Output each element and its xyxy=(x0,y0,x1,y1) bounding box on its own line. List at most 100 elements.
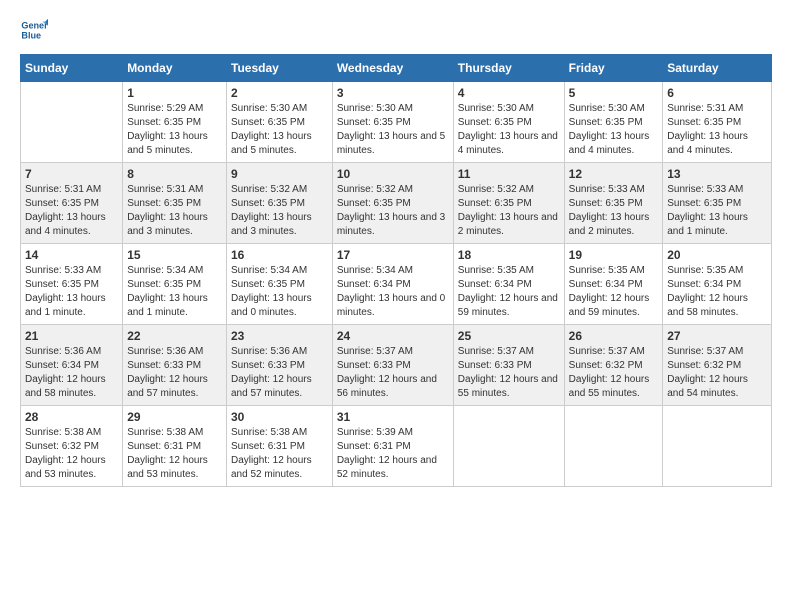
day-number: 25 xyxy=(458,329,560,343)
calendar-day-cell: 7Sunrise: 5:31 AM Sunset: 6:35 PM Daylig… xyxy=(21,163,123,244)
day-info: Sunrise: 5:37 AM Sunset: 6:32 PM Dayligh… xyxy=(667,345,767,401)
calendar-header-day: Saturday xyxy=(663,55,772,82)
calendar-day-cell: 25 Sunrise: 5:37 AM Sunset: 6:33 PM Dayli… xyxy=(453,325,564,406)
day-number: 1 xyxy=(127,86,222,100)
calendar-day-cell: 13 Sunrise: 5:33 AM Sunset: 6:35 PM Dayli… xyxy=(663,163,772,244)
day-info: Sunrise: 5:32 AM Sunset: 6:35 PM Dayligh… xyxy=(458,183,560,239)
day-info: Sunrise: 5:35 AM Sunset: 6:34 PM Dayligh… xyxy=(569,264,659,320)
calendar-header-day: Wednesday xyxy=(332,55,453,82)
day-info: Sunrise: 5:31 AM Sunset: 6:35 PM Dayligh… xyxy=(667,102,767,158)
calendar-week-row: 21 Sunrise: 5:36 AM Sunset: 6:34 PM Dayli… xyxy=(21,325,772,406)
calendar-table: SundayMondayTuesdayWednesdayThursdayFrid… xyxy=(20,54,772,487)
calendar-header-day: Friday xyxy=(564,55,663,82)
calendar-header-day: Thursday xyxy=(453,55,564,82)
day-number: 5 xyxy=(569,86,659,100)
day-number: 30 xyxy=(231,410,328,424)
day-number: 27 xyxy=(667,329,767,343)
day-number: 7 xyxy=(25,167,118,181)
day-info: Sunrise: 5:30 AM Sunset: 6:35 PM Dayligh… xyxy=(231,102,328,158)
calendar-day-cell: 30 Sunrise: 5:38 AM Sunset: 6:31 PM Dayli… xyxy=(227,406,333,487)
day-info: Sunrise: 5:33 AM Sunset: 6:35 PM Dayligh… xyxy=(569,183,659,239)
day-number: 10 xyxy=(337,167,449,181)
calendar-day-cell: 14Sunrise: 5:33 AM Sunset: 6:35 PM Dayli… xyxy=(21,244,123,325)
day-info: Sunrise: 5:30 AM Sunset: 6:35 PM Dayligh… xyxy=(337,102,449,158)
calendar-week-row: 14Sunrise: 5:33 AM Sunset: 6:35 PM Dayli… xyxy=(21,244,772,325)
day-info: Sunrise: 5:39 AM Sunset: 6:31 PM Dayligh… xyxy=(337,426,449,482)
day-number: 18 xyxy=(458,248,560,262)
calendar-day-cell: 2 Sunrise: 5:30 AM Sunset: 6:35 PM Daylig… xyxy=(227,82,333,163)
calendar-week-row: 7 Sunrise: 5:31 AM Sunset: 6:35 PM Daylig… xyxy=(21,163,772,244)
day-number: 12 xyxy=(569,167,659,181)
day-info: Sunrise: 5:35 AM Sunset: 6:34 PM Dayligh… xyxy=(458,264,560,320)
calendar-day-cell: 12 Sunrise: 5:33 AM Sunset: 6:35 PM Dayli… xyxy=(564,163,663,244)
calendar-day-cell: 20 Sunrise: 5:35 AM Sunset: 6:34 PM Dayli… xyxy=(663,244,772,325)
day-info: Sunrise: 5:34 AM Sunset: 6:35 PM Dayligh… xyxy=(127,264,222,320)
calendar-day-cell: 8 Sunrise: 5:31 AM Sunset: 6:35 PM Daylig… xyxy=(123,163,227,244)
calendar-day-cell: 21 Sunrise: 5:36 AM Sunset: 6:34 PM Dayli… xyxy=(21,325,123,406)
calendar-day-cell: 27 Sunrise: 5:37 AM Sunset: 6:32 PM Dayli… xyxy=(663,325,772,406)
day-number: 16 xyxy=(231,248,328,262)
calendar-header-day: Tuesday xyxy=(227,55,333,82)
day-number: 19 xyxy=(569,248,659,262)
day-number: 28 xyxy=(25,410,118,424)
day-number: 29 xyxy=(127,410,222,424)
calendar-day-cell xyxy=(564,406,663,487)
day-number: 13 xyxy=(667,167,767,181)
day-number: 9 xyxy=(231,167,328,181)
day-info: Sunrise: 5:35 AM Sunset: 6:34 PM Dayligh… xyxy=(667,264,767,320)
calendar-day-cell: 3Sunrise: 5:30 AM Sunset: 6:35 PM Daylig… xyxy=(332,82,453,163)
day-info: Sunrise: 5:31 AM Sunset: 6:35 PM Dayligh… xyxy=(127,183,222,239)
calendar-day-cell: 28 Sunrise: 5:38 AM Sunset: 6:32 PM Dayli… xyxy=(21,406,123,487)
day-info: Sunrise: 5:30 AM Sunset: 6:35 PM Dayligh… xyxy=(569,102,659,158)
day-info: Sunrise: 5:37 AM Sunset: 6:32 PM Dayligh… xyxy=(569,345,659,401)
day-info: Sunrise: 5:30 AM Sunset: 6:35 PM Dayligh… xyxy=(458,102,560,158)
page-header: General Blue xyxy=(20,16,772,44)
calendar-day-cell: 24Sunrise: 5:37 AM Sunset: 6:33 PM Dayli… xyxy=(332,325,453,406)
day-number: 21 xyxy=(25,329,118,343)
calendar-day-cell: 11 Sunrise: 5:32 AM Sunset: 6:35 PM Dayli… xyxy=(453,163,564,244)
day-number: 22 xyxy=(127,329,222,343)
day-number: 14 xyxy=(25,248,118,262)
calendar-day-cell xyxy=(663,406,772,487)
calendar-header-day: Sunday xyxy=(21,55,123,82)
calendar-day-cell: 22 Sunrise: 5:36 AM Sunset: 6:33 PM Dayli… xyxy=(123,325,227,406)
logo-icon: General Blue xyxy=(20,16,48,44)
calendar-day-cell: 26Sunrise: 5:37 AM Sunset: 6:32 PM Dayli… xyxy=(564,325,663,406)
day-info: Sunrise: 5:37 AM Sunset: 6:33 PM Dayligh… xyxy=(458,345,560,401)
day-number: 17 xyxy=(337,248,449,262)
day-info: Sunrise: 5:36 AM Sunset: 6:34 PM Dayligh… xyxy=(25,345,118,401)
day-info: Sunrise: 5:38 AM Sunset: 6:31 PM Dayligh… xyxy=(127,426,222,482)
day-number: 4 xyxy=(458,86,560,100)
day-number: 24 xyxy=(337,329,449,343)
day-number: 8 xyxy=(127,167,222,181)
calendar-day-cell xyxy=(21,82,123,163)
day-info: Sunrise: 5:38 AM Sunset: 6:31 PM Dayligh… xyxy=(231,426,328,482)
calendar-week-row: 1 Sunrise: 5:29 AM Sunset: 6:35 PM Daylig… xyxy=(21,82,772,163)
day-info: Sunrise: 5:33 AM Sunset: 6:35 PM Dayligh… xyxy=(667,183,767,239)
calendar-header-row: SundayMondayTuesdayWednesdayThursdayFrid… xyxy=(21,55,772,82)
day-info: Sunrise: 5:29 AM Sunset: 6:35 PM Dayligh… xyxy=(127,102,222,158)
calendar-day-cell: 16 Sunrise: 5:34 AM Sunset: 6:35 PM Dayli… xyxy=(227,244,333,325)
calendar-day-cell: 10 Sunrise: 5:32 AM Sunset: 6:35 PM Dayli… xyxy=(332,163,453,244)
day-info: Sunrise: 5:32 AM Sunset: 6:35 PM Dayligh… xyxy=(231,183,328,239)
calendar-day-cell: 17Sunrise: 5:34 AM Sunset: 6:34 PM Dayli… xyxy=(332,244,453,325)
day-info: Sunrise: 5:34 AM Sunset: 6:35 PM Dayligh… xyxy=(231,264,328,320)
day-info: Sunrise: 5:36 AM Sunset: 6:33 PM Dayligh… xyxy=(127,345,222,401)
day-number: 2 xyxy=(231,86,328,100)
day-number: 31 xyxy=(337,410,449,424)
day-info: Sunrise: 5:38 AM Sunset: 6:32 PM Dayligh… xyxy=(25,426,118,482)
calendar-day-cell: 19 Sunrise: 5:35 AM Sunset: 6:34 PM Dayli… xyxy=(564,244,663,325)
calendar-day-cell: 1 Sunrise: 5:29 AM Sunset: 6:35 PM Daylig… xyxy=(123,82,227,163)
day-number: 11 xyxy=(458,167,560,181)
day-info: Sunrise: 5:36 AM Sunset: 6:33 PM Dayligh… xyxy=(231,345,328,401)
calendar-day-cell: 9 Sunrise: 5:32 AM Sunset: 6:35 PM Daylig… xyxy=(227,163,333,244)
calendar-day-cell: 29 Sunrise: 5:38 AM Sunset: 6:31 PM Dayli… xyxy=(123,406,227,487)
logo: General Blue xyxy=(20,16,48,44)
day-number: 20 xyxy=(667,248,767,262)
day-info: Sunrise: 5:32 AM Sunset: 6:35 PM Dayligh… xyxy=(337,183,449,239)
calendar-day-cell: 23Sunrise: 5:36 AM Sunset: 6:33 PM Dayli… xyxy=(227,325,333,406)
calendar-day-cell: 4 Sunrise: 5:30 AM Sunset: 6:35 PM Daylig… xyxy=(453,82,564,163)
calendar-day-cell: 5 Sunrise: 5:30 AM Sunset: 6:35 PM Daylig… xyxy=(564,82,663,163)
svg-text:Blue: Blue xyxy=(21,30,41,40)
day-number: 6 xyxy=(667,86,767,100)
